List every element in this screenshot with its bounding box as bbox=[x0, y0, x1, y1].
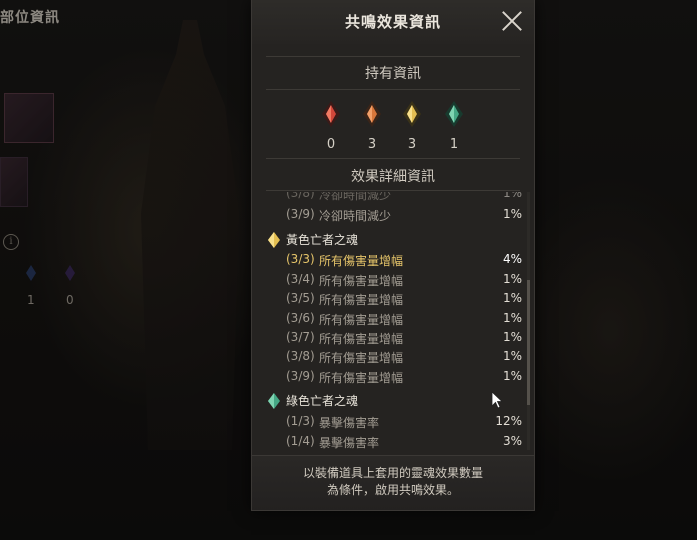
effect-row: (3/6) 所有傷害量增幅 1% bbox=[286, 311, 522, 329]
effect-level: (3/6) bbox=[286, 311, 315, 325]
effect-value: 1% bbox=[502, 330, 522, 344]
effect-name: 所有傷害量增幅 bbox=[319, 254, 404, 268]
group-name: 黃色亡者之魂 bbox=[286, 233, 359, 247]
orange-soul-gem-icon bbox=[363, 101, 381, 127]
effect-row: (3/7) 所有傷害量增幅 1% bbox=[286, 330, 522, 348]
gem-count-orange: 3 bbox=[367, 137, 377, 152]
effect-row-active: (3/3) 所有傷害量增幅 4% bbox=[286, 252, 522, 270]
effect-value: 1% bbox=[502, 369, 522, 383]
effect-level: (3/9) bbox=[286, 369, 315, 383]
divider bbox=[266, 56, 520, 57]
footer-text-line: 以裝備道具上套用的靈魂效果數量 bbox=[302, 466, 483, 480]
effect-row: (3/5) 所有傷害量增幅 1% bbox=[286, 291, 522, 309]
effect-name: 冷卻時間減少 bbox=[319, 209, 392, 223]
effect-row: (1/4) 暴擊傷害率 3% bbox=[286, 434, 522, 450]
effect-value: 1% bbox=[502, 291, 522, 305]
owned-gems: 0 3 3 1 bbox=[252, 100, 534, 155]
effect-value: 3% bbox=[502, 434, 522, 448]
effect-name: 所有傷害量增幅 bbox=[319, 351, 404, 365]
effect-row: (3/9) 所有傷害量增幅 1% bbox=[286, 369, 522, 387]
gem-count-red: 0 bbox=[326, 137, 336, 152]
gem-red: 0 bbox=[316, 100, 346, 152]
effect-level: (1/3) bbox=[286, 414, 315, 428]
resonance-effect-dialog: 共鳴效果資訊 持有資訊 0 3 3 1 效果詳細資訊 (3/8) 冷卻時間減少 … bbox=[251, 0, 535, 511]
red-soul-gem-icon bbox=[322, 101, 340, 127]
gem-yellow: 3 bbox=[397, 100, 427, 152]
gem-count-green: 1 bbox=[449, 137, 459, 152]
scrollbar-thumb[interactable] bbox=[527, 280, 530, 405]
effect-value: 1% bbox=[502, 192, 522, 200]
effect-row: (3/8) 冷卻時間減少 1% bbox=[286, 192, 522, 204]
detail-section-title: 效果詳細資訊 bbox=[351, 169, 435, 185]
effect-row: (3/4) 所有傷害量增幅 1% bbox=[286, 272, 522, 290]
divider bbox=[266, 158, 520, 159]
effect-level: (3/9) bbox=[286, 207, 315, 221]
gem-count-yellow: 3 bbox=[407, 137, 417, 152]
gem-green: 1 bbox=[439, 100, 469, 152]
effect-name: 所有傷害量增幅 bbox=[319, 371, 404, 385]
effect-list[interactable]: (3/8) 冷卻時間減少 1% (3/9) 冷卻時間減少 1% 黃色亡者之魂 (… bbox=[252, 192, 534, 450]
effect-name: 所有傷害量增幅 bbox=[319, 332, 404, 346]
yellow-soul-gem-icon bbox=[268, 232, 280, 248]
green-soul-group-header: 綠色亡者之魂 bbox=[268, 392, 508, 410]
effect-value: 1% bbox=[502, 349, 522, 363]
effect-row: (3/8) 所有傷害量增幅 1% bbox=[286, 349, 522, 367]
effect-value: 12% bbox=[495, 414, 522, 428]
effect-name: 暴擊傷害率 bbox=[319, 416, 380, 430]
owned-section-title: 持有資訊 bbox=[365, 66, 421, 82]
effect-row: (3/9) 冷卻時間減少 1% bbox=[286, 207, 522, 225]
divider bbox=[266, 190, 520, 191]
dialog-header: 共鳴效果資訊 bbox=[252, 0, 534, 44]
green-soul-gem-icon bbox=[445, 101, 463, 127]
effect-value: 1% bbox=[502, 207, 522, 221]
effect-name: 所有傷害量增幅 bbox=[319, 293, 404, 307]
effect-value: 4% bbox=[502, 252, 522, 266]
mouse-cursor-icon bbox=[491, 391, 503, 409]
close-button[interactable] bbox=[501, 10, 523, 32]
effect-level: (3/7) bbox=[286, 330, 315, 344]
effect-level: (3/8) bbox=[286, 349, 315, 363]
green-soul-gem-icon bbox=[268, 393, 280, 409]
effect-name: 所有傷害量增幅 bbox=[319, 274, 404, 288]
dialog-title: 共鳴效果資訊 bbox=[344, 13, 441, 31]
effect-level: (3/4) bbox=[286, 272, 315, 286]
gem-orange: 3 bbox=[357, 100, 387, 152]
effect-name: 冷卻時間減少 bbox=[319, 192, 392, 202]
effect-row: (1/3) 暴擊傷害率 12% bbox=[286, 414, 522, 432]
effect-level: (3/8) bbox=[286, 192, 315, 200]
effect-name: 所有傷害量增幅 bbox=[319, 313, 404, 327]
dialog-footer: 以裝備道具上套用的靈魂效果數量 為條件，啟用共鳴效果。 bbox=[252, 455, 534, 510]
yellow-soul-group-header: 黃色亡者之魂 bbox=[268, 231, 508, 249]
effect-level: (3/3) bbox=[286, 252, 315, 266]
effect-value: 1% bbox=[502, 311, 522, 325]
effect-value: 1% bbox=[502, 272, 522, 286]
divider bbox=[266, 89, 520, 90]
effect-level: (1/4) bbox=[286, 434, 315, 448]
yellow-soul-gem-icon bbox=[403, 101, 421, 127]
effect-level: (3/5) bbox=[286, 291, 315, 305]
effect-name: 暴擊傷害率 bbox=[319, 436, 380, 450]
footer-text-line: 為條件，啟用共鳴效果。 bbox=[326, 483, 459, 497]
group-name: 綠色亡者之魂 bbox=[286, 394, 359, 408]
